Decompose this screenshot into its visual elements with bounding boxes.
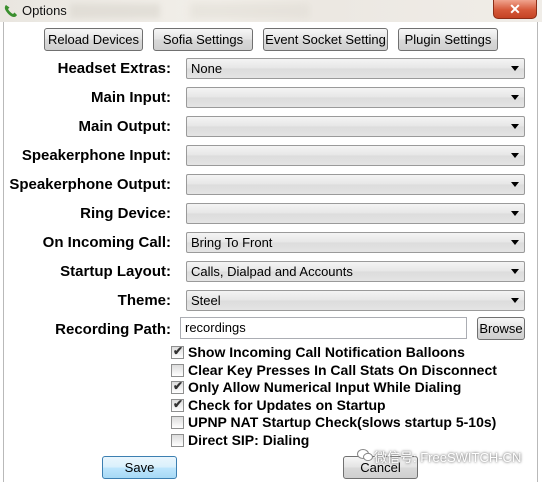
- dropdown-arrow-icon: [511, 182, 519, 187]
- dropdown-arrow-icon: [511, 153, 519, 158]
- checkbox-box[interactable]: ✔: [171, 344, 184, 359]
- theme-select[interactable]: Steel: [186, 290, 525, 311]
- checkbox-label: Check for Updates on Startup: [188, 396, 386, 413]
- checkbox-box[interactable]: [171, 433, 184, 447]
- speakerphone-input-label: Speakerphone Input:: [21, 147, 171, 164]
- title-bar-background-blur: [70, 4, 160, 18]
- dropdown-arrow-icon: [511, 124, 519, 129]
- sofia-settings-button[interactable]: Sofia Settings: [153, 28, 253, 51]
- dropdown-arrow-icon: [511, 240, 519, 245]
- checkmark-icon: ✔: [173, 344, 184, 358]
- close-button[interactable]: ✕: [493, 0, 537, 19]
- on-incoming-call-label: On Incoming Call:: [42, 234, 171, 251]
- checkbox-box[interactable]: ✔: [171, 379, 184, 394]
- checkbox-box[interactable]: [171, 416, 184, 429]
- main-input-label: Main Input:: [91, 89, 171, 106]
- speakerphone-input-select[interactable]: [186, 145, 525, 166]
- theme-label: Theme:: [117, 292, 171, 309]
- watermark-text: 微信号: FreeSWITCH-CN: [374, 450, 522, 465]
- theme-value: Steel: [191, 293, 221, 308]
- event-socket-setting-button[interactable]: Event Socket Setting: [263, 28, 388, 51]
- checkbox-box[interactable]: [171, 363, 184, 377]
- headset-extras-label: Headset Extras:: [57, 60, 171, 77]
- headset-extras-select[interactable]: None: [186, 58, 525, 79]
- dropdown-arrow-icon: [511, 269, 519, 274]
- checkbox-label: Show Incoming Call Notification Balloons: [188, 344, 465, 360]
- ring-device-label: Ring Device:: [80, 205, 171, 222]
- window-title: Options: [22, 3, 67, 18]
- checkmark-icon: ✔: [173, 379, 184, 393]
- startup-layout-select[interactable]: Calls, Dialpad and Accounts: [186, 261, 525, 282]
- plugin-settings-button[interactable]: Plugin Settings: [398, 28, 498, 51]
- speakerphone-output-select[interactable]: [186, 174, 525, 195]
- dropdown-arrow-icon: [511, 298, 519, 303]
- startup-layout-label: Startup Layout:: [60, 263, 171, 280]
- ring-device-select[interactable]: [186, 203, 525, 224]
- save-button[interactable]: Save: [102, 456, 177, 479]
- title-bar: Options ✕: [0, 0, 542, 22]
- dropdown-arrow-icon: [511, 66, 519, 71]
- on-incoming-call-value: Bring To Front: [191, 235, 273, 250]
- checkbox-label: UPNP NAT Startup Check(slows startup 5-1…: [188, 414, 497, 430]
- checkbox-label: Direct SIP: Dialing: [188, 431, 310, 448]
- phone-handset-icon: [4, 5, 17, 17]
- main-output-label: Main Output:: [78, 118, 171, 135]
- dropdown-arrow-icon: [511, 211, 519, 216]
- main-input-select[interactable]: [186, 87, 525, 108]
- checkmark-icon: ✔: [173, 396, 184, 411]
- checkbox-label: Only Allow Numerical Input While Dialing: [188, 379, 462, 395]
- headset-extras-value: None: [191, 61, 223, 76]
- recording-path-label: Recording Path:: [55, 321, 171, 338]
- main-output-select[interactable]: [186, 116, 525, 137]
- on-incoming-call-select[interactable]: Bring To Front: [186, 232, 525, 253]
- wechat-icon: [357, 449, 373, 462]
- title-bar-background-blur: [190, 3, 310, 19]
- reload-devices-button[interactable]: Reload Devices: [44, 28, 143, 51]
- browse-button[interactable]: Browse: [477, 317, 525, 340]
- dropdown-arrow-icon: [511, 95, 519, 100]
- recording-path-input[interactable]: recordings: [180, 317, 467, 339]
- startup-layout-value: Calls, Dialpad and Accounts: [191, 264, 353, 279]
- speakerphone-output-label: Speakerphone Output:: [9, 176, 171, 193]
- checkbox-box[interactable]: ✔: [171, 396, 184, 412]
- checkbox-label: Clear Key Presses In Call Stats On Disco…: [188, 361, 497, 378]
